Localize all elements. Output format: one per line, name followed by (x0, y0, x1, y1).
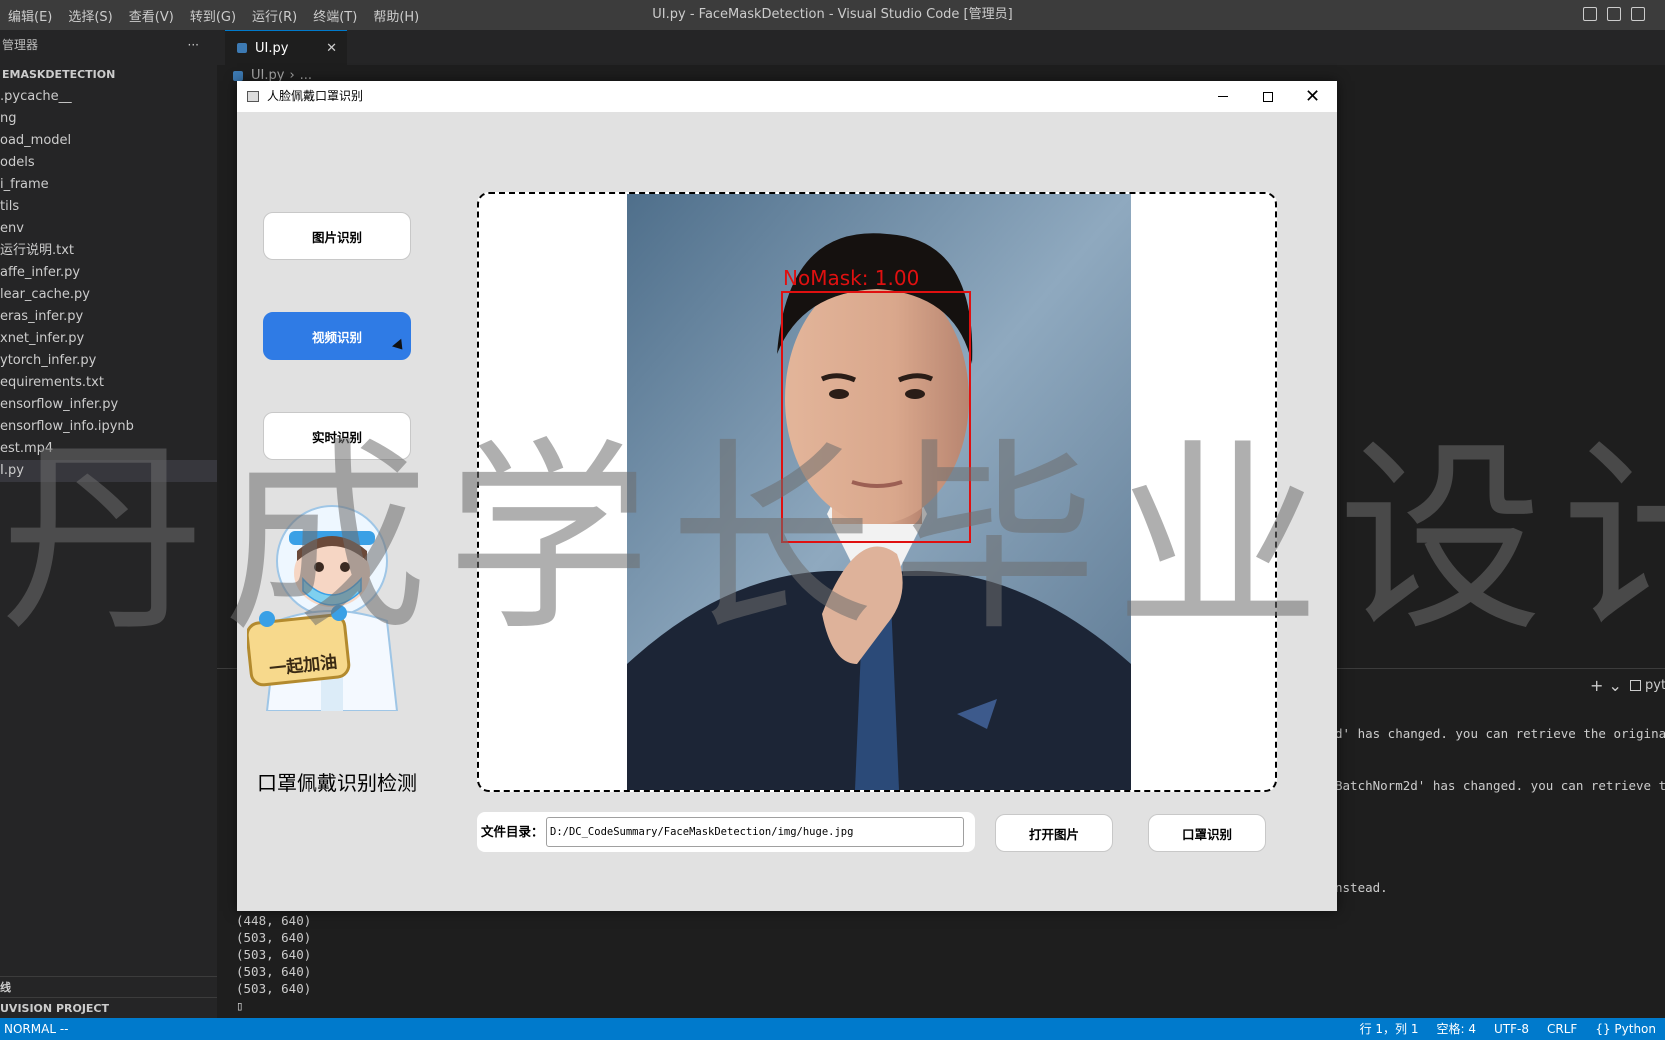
toggle-panel-icon[interactable] (1607, 7, 1621, 21)
file-item[interactable]: equirements.txt (0, 372, 217, 394)
python-file-icon (237, 43, 247, 53)
terminal-output[interactable]: (448, 640) (503, 640) (503, 640) (503, 6… (236, 912, 311, 1014)
layout-controls (1583, 7, 1645, 21)
status-bar-right: 行 1，列 1 空格: 4 UTF-8 CRLF {} Python (1351, 1018, 1665, 1040)
uvision-project-section[interactable]: UVISION PROJECT (0, 997, 217, 1019)
python-file-icon (233, 71, 243, 81)
terminal-shell-tab[interactable]: pyt (1630, 678, 1665, 693)
explorer-title-label: 管理器 (2, 38, 39, 52)
app-caption: 口罩佩戴识别检测 (257, 771, 417, 795)
file-item[interactable]: env (0, 218, 217, 240)
terminal-output-line: (503, 640) (236, 947, 312, 962)
app-titlebar: 人脸佩戴口罩识别 ✕ (237, 81, 1337, 112)
maximize-button[interactable] (1245, 81, 1290, 112)
language-status[interactable]: {} Python (1586, 1018, 1665, 1040)
file-item[interactable]: 运行说明.txt (0, 240, 217, 262)
terminal-cursor: ▯ (236, 998, 244, 1013)
terminal-output-line: BatchNorm2d' has changed. you can retrie… (1335, 778, 1665, 793)
file-item[interactable]: lear_cache.py (0, 284, 217, 306)
terminal-shell-label: pyt (1645, 678, 1665, 693)
encoding-status[interactable]: UTF-8 (1485, 1018, 1538, 1040)
realtime-recognition-button[interactable]: 实时识别 (263, 412, 411, 460)
terminal-output-line: d' has changed. you can retrieve the ori… (1335, 726, 1665, 741)
mask-detect-button[interactable]: 口罩识别 (1148, 814, 1266, 852)
image-recognition-button[interactable]: 图片识别 (263, 212, 411, 260)
menu-help[interactable]: 帮助(H) (365, 6, 427, 25)
menu-terminal[interactable]: 终端(T) (305, 6, 365, 25)
indentation-status[interactable]: 空格: 4 (1428, 1018, 1486, 1040)
terminal-icon (1630, 680, 1641, 691)
terminal-output-line: (503, 640) (236, 930, 312, 945)
eol-status[interactable]: CRLF (1538, 1018, 1586, 1040)
tab-label: UI.py (255, 40, 289, 56)
project-folder[interactable]: EMASKDETECTION (0, 64, 217, 86)
menu-view[interactable]: 查看(V) (121, 6, 182, 25)
status-bar: NORMAL -- 行 1，列 1 空格: 4 UTF-8 CRLF {} Py… (0, 1018, 1665, 1040)
explorer-sidebar: 管理器 ··· EMASKDETECTION .pycache__ ng oad… (0, 30, 217, 1018)
file-item[interactable]: tils (0, 196, 217, 218)
outline-section[interactable]: 线 (0, 976, 217, 998)
minimize-button[interactable] (1200, 81, 1245, 112)
file-item[interactable]: eras_infer.py (0, 306, 217, 328)
terminal-output-line: (503, 640) (236, 964, 312, 979)
file-path-label: 文件目录： (481, 824, 544, 839)
new-terminal-icon[interactable]: + ⌄ (1590, 676, 1622, 695)
toggle-secondary-sidebar-icon[interactable] (1631, 7, 1645, 21)
file-item[interactable]: affe_infer.py (0, 262, 217, 284)
file-path-input[interactable]: D:/DC_CodeSummary/FaceMaskDetection/img/… (546, 817, 964, 847)
file-item[interactable]: odels (0, 152, 217, 174)
terminal-output-line: (448, 640) (236, 913, 312, 928)
video-recognition-button[interactable]: 视频识别 (263, 312, 411, 360)
mascot-illustration (247, 505, 399, 711)
toggle-sidebar-icon[interactable] (1583, 7, 1597, 21)
close-button[interactable]: ✕ (1290, 81, 1335, 112)
face-detection-box (781, 291, 971, 543)
cursor-position-status[interactable]: 行 1，列 1 (1351, 1018, 1428, 1040)
file-item[interactable]: .pycache__ (0, 86, 217, 108)
minimize-icon (1217, 96, 1228, 97)
maximize-icon (1262, 91, 1273, 102)
app-window-icon (247, 91, 259, 102)
file-item[interactable]: ytorch_infer.py (0, 350, 217, 372)
terminal-output-line: (503, 640) (236, 981, 312, 996)
file-item[interactable]: ensorflow_infer.py (0, 394, 217, 416)
file-item[interactable]: ng (0, 108, 217, 130)
file-item[interactable]: oad_model (0, 130, 217, 152)
vscode-titlebar: 编辑(E) 选择(S) 查看(V) 转到(G) 运行(R) 终端(T) 帮助(H… (0, 0, 1665, 30)
file-item[interactable]: ensorflow_info.ipynb (0, 416, 217, 438)
tab-ui-py[interactable]: UI.py ✕ (225, 30, 347, 65)
close-icon[interactable]: ✕ (326, 41, 337, 56)
file-item-active[interactable]: I.py (0, 460, 217, 482)
terminal-output-line: nstead. (1335, 880, 1388, 895)
file-item[interactable]: est.mp4 (0, 438, 217, 460)
file-item[interactable]: xnet_infer.py (0, 328, 217, 350)
face-mask-app-window: 人脸佩戴口罩识别 ✕ 图片识别 视频识别 实时识别 一起加油 口罩佩戴识别检测 (237, 81, 1337, 911)
file-item[interactable]: i_frame (0, 174, 217, 196)
more-actions-icon[interactable]: ··· (188, 30, 199, 60)
file-path-group: 文件目录： D:/DC_CodeSummary/FaceMaskDetectio… (477, 812, 975, 852)
vim-mode-status[interactable]: NORMAL -- (4, 1018, 68, 1040)
open-image-button[interactable]: 打开图片 (995, 814, 1113, 852)
menu-goto[interactable]: 转到(G) (182, 6, 244, 25)
menu-edit[interactable]: 编辑(E) (0, 6, 60, 25)
menu-selection[interactable]: 选择(S) (60, 6, 120, 25)
detection-label: NoMask: 1.00 (783, 266, 920, 290)
vscode-menu-bar: 编辑(E) 选择(S) 查看(V) 转到(G) 运行(R) 终端(T) 帮助(H… (0, 0, 427, 30)
image-display-area: NoMask: 1.00 (477, 192, 1277, 792)
editor-tabs: UI.py ✕ (217, 30, 1665, 65)
explorer-title: 管理器 ··· (0, 30, 217, 60)
app-title: 人脸佩戴口罩识别 (267, 89, 364, 103)
menu-run[interactable]: 运行(R) (244, 6, 305, 25)
